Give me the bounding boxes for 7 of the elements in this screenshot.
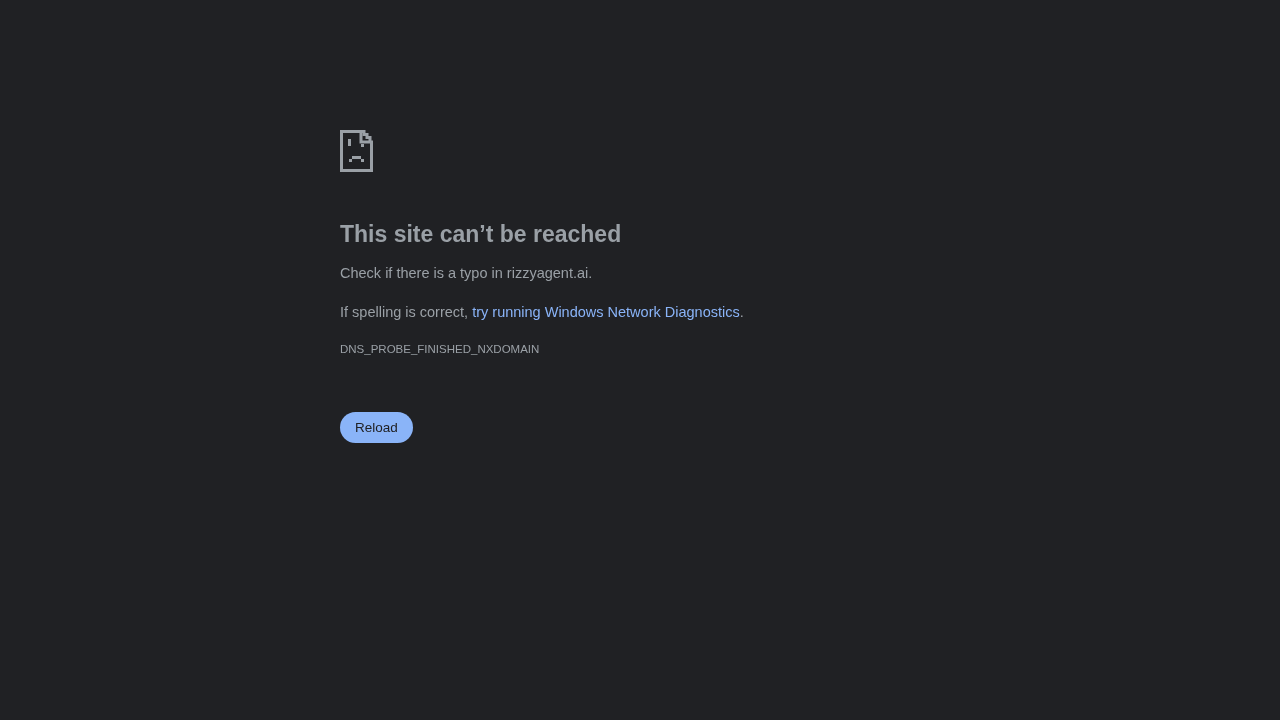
suggestion-text: If spelling is correct, try running Windows Network Diagnostics. (340, 303, 744, 322)
error-code: DNS_PROBE_FINISHED_NXDOMAIN (340, 342, 540, 357)
reload-button[interactable]: Reload (340, 412, 413, 443)
diagnostics-link[interactable]: try running Windows Network Diagnostics (472, 304, 740, 320)
error-heading: This site can’t be reached (340, 220, 622, 249)
typo-hint: Check if there is a typo in rizzyagent.ai. (340, 264, 593, 283)
sad-page-icon (340, 130, 373, 172)
